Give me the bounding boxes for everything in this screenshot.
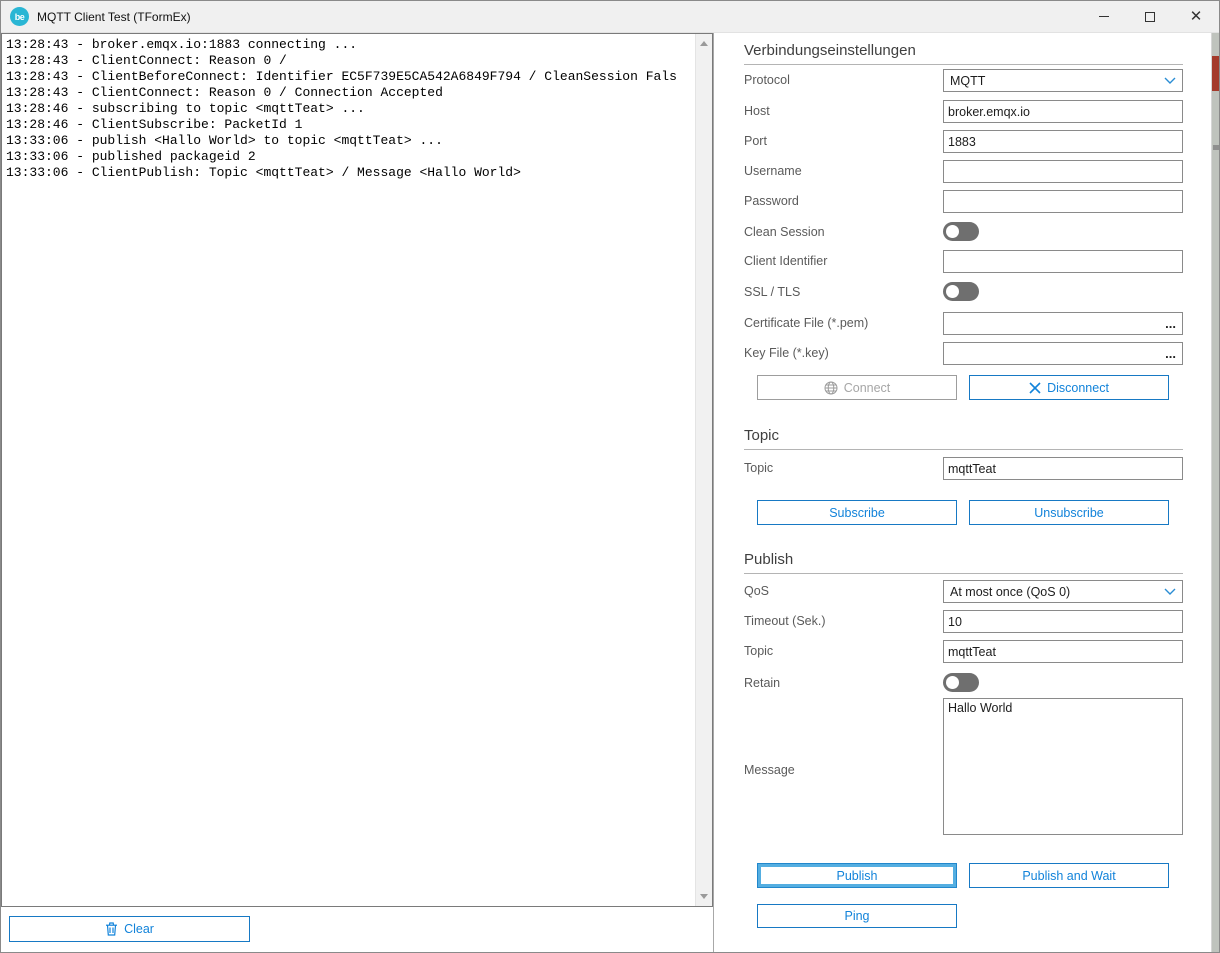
scroll-marker-gray <box>1213 145 1219 150</box>
host-input[interactable] <box>943 100 1183 123</box>
clear-button-label: Clear <box>124 922 154 936</box>
publish-button-label: Publish <box>837 869 878 883</box>
right-edge-scrollbar[interactable] <box>1211 33 1219 952</box>
close-button[interactable]: ✕ <box>1173 1 1219 32</box>
scroll-marker-red <box>1212 56 1219 91</box>
message-textarea[interactable]: Hallo World <box>943 698 1183 835</box>
ssl-tls-label: SSL / TLS <box>744 285 800 299</box>
scroll-down-icon[interactable] <box>700 894 708 899</box>
key-file-label: Key File (*.key) <box>744 346 829 360</box>
client-identifier-label: Client Identifier <box>744 254 827 268</box>
log-lines: 13:28:43 - broker.emqx.io:1883 connectin… <box>6 37 694 181</box>
retain-label: Retain <box>744 676 780 690</box>
retain-toggle[interactable] <box>943 673 979 692</box>
password-label: Password <box>744 194 799 208</box>
certificate-file-label: Certificate File (*.pem) <box>744 316 868 330</box>
ping-button[interactable]: Ping <box>757 904 957 928</box>
topic-input[interactable] <box>943 457 1183 480</box>
topic-section-header: Topic <box>744 427 1183 450</box>
globe-icon <box>824 381 838 395</box>
chevron-down-icon <box>1164 588 1176 595</box>
minimize-icon <box>1099 16 1109 17</box>
key-file-input[interactable]: ... <box>943 342 1183 365</box>
toggle-knob <box>946 676 959 689</box>
window-controls: ✕ <box>1081 1 1219 32</box>
chevron-down-icon <box>1164 77 1176 84</box>
publish-section-header: Publish <box>744 551 1183 574</box>
window-title: MQTT Client Test (TFormEx) <box>37 10 191 24</box>
key-file-browse-button[interactable]: ... <box>1165 350 1176 358</box>
toggle-knob <box>946 225 959 238</box>
title-bar: be MQTT Client Test (TFormEx) ✕ <box>1 1 1219 33</box>
username-label: Username <box>744 164 802 178</box>
publish-button[interactable]: Publish <box>757 863 957 888</box>
certificate-browse-button[interactable]: ... <box>1165 320 1176 328</box>
host-label: Host <box>744 104 770 118</box>
port-label: Port <box>744 134 767 148</box>
maximize-icon <box>1145 12 1155 22</box>
ssl-tls-toggle[interactable] <box>943 282 979 301</box>
publish-topic-input[interactable] <box>943 640 1183 663</box>
ping-button-label: Ping <box>844 909 869 923</box>
message-label: Message <box>744 763 795 777</box>
disconnect-button[interactable]: Disconnect <box>969 375 1169 400</box>
timeout-input[interactable] <box>943 610 1183 633</box>
clean-session-label: Clean Session <box>744 225 825 239</box>
connect-button[interactable]: Connect <box>757 375 957 400</box>
client-identifier-input[interactable] <box>943 250 1183 273</box>
toggle-knob <box>946 285 959 298</box>
connect-button-label: Connect <box>844 381 891 395</box>
protocol-dropdown[interactable]: MQTT <box>943 69 1183 92</box>
timeout-label: Timeout (Sek.) <box>744 614 826 628</box>
close-icon: ✕ <box>1190 9 1203 24</box>
port-input[interactable] <box>943 130 1183 153</box>
log-scrollbar[interactable] <box>695 34 712 906</box>
publish-and-wait-button[interactable]: Publish and Wait <box>969 863 1169 888</box>
unsubscribe-button[interactable]: Unsubscribe <box>969 500 1169 525</box>
username-input[interactable] <box>943 160 1183 183</box>
settings-panel: Verbindungseinstellungen Protocol MQTT H… <box>714 33 1213 952</box>
trash-icon <box>105 922 118 936</box>
password-input[interactable] <box>943 190 1183 213</box>
subscribe-button[interactable]: Subscribe <box>757 500 957 525</box>
certificate-file-input[interactable]: ... <box>943 312 1183 335</box>
unsubscribe-button-label: Unsubscribe <box>1034 506 1103 520</box>
qos-label: QoS <box>744 584 769 598</box>
disconnect-button-label: Disconnect <box>1047 381 1109 395</box>
app-window: be MQTT Client Test (TFormEx) ✕ 13:28:43… <box>0 0 1220 953</box>
maximize-button[interactable] <box>1127 1 1173 32</box>
x-icon <box>1029 382 1041 394</box>
subscribe-button-label: Subscribe <box>829 506 885 520</box>
topic-label: Topic <box>744 461 773 475</box>
publish-and-wait-button-label: Publish and Wait <box>1022 869 1115 883</box>
clean-session-toggle[interactable] <box>943 222 979 241</box>
qos-value: At most once (QoS 0) <box>950 585 1164 599</box>
protocol-label: Protocol <box>744 73 790 87</box>
protocol-value: MQTT <box>950 74 1164 88</box>
publish-topic-label: Topic <box>744 644 773 658</box>
scroll-up-icon[interactable] <box>700 41 708 46</box>
minimize-button[interactable] <box>1081 1 1127 32</box>
connection-section-header: Verbindungseinstellungen <box>744 42 1183 65</box>
log-output[interactable]: 13:28:43 - broker.emqx.io:1883 connectin… <box>1 33 713 907</box>
qos-dropdown[interactable]: At most once (QoS 0) <box>943 580 1183 603</box>
clear-button[interactable]: Clear <box>9 916 250 942</box>
app-logo-icon: be <box>10 7 29 26</box>
